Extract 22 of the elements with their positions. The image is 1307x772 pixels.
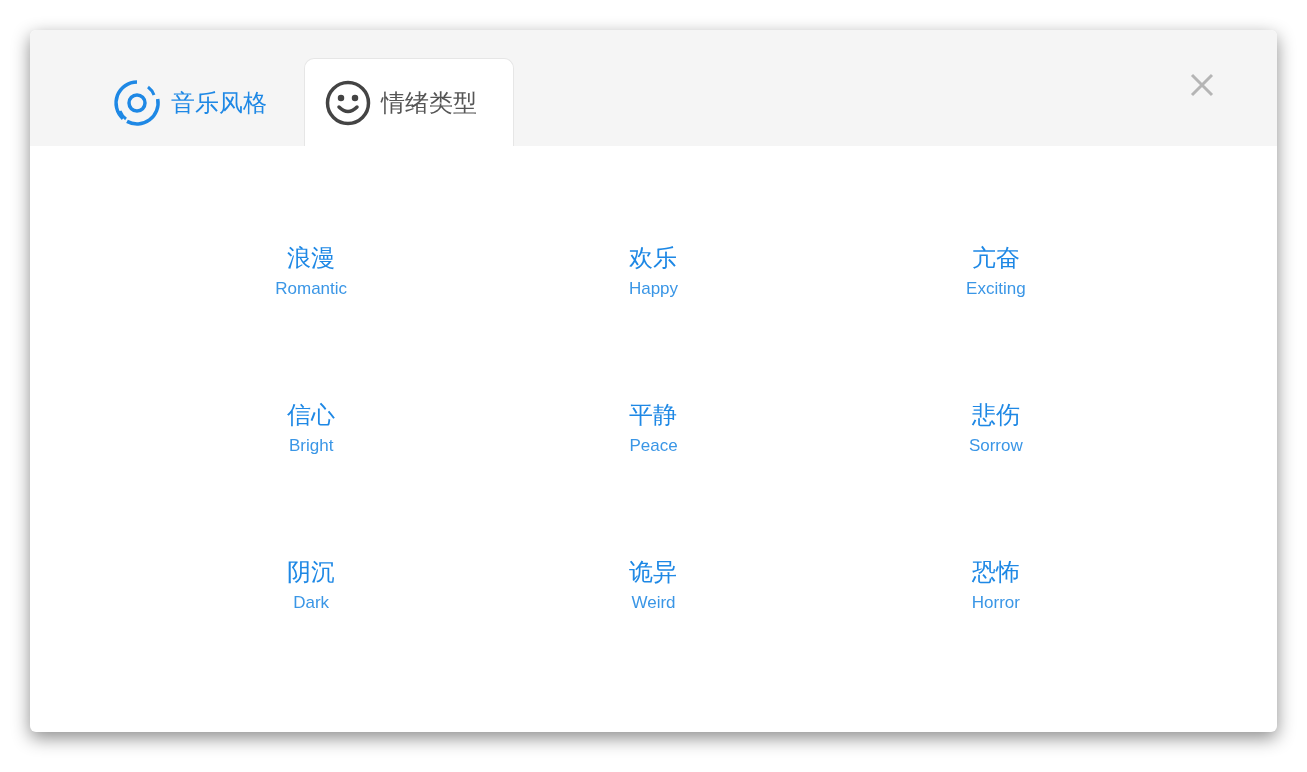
smiley-icon (325, 79, 371, 126)
mood-english-name[interactable]: Weird (631, 593, 676, 613)
mood-name[interactable]: 亢奋 (971, 243, 1020, 273)
tab[interactable]: 情绪类型 (304, 58, 514, 146)
mood-name[interactable]: 诡异 (629, 557, 678, 587)
mood-english-name[interactable]: Romantic (275, 279, 348, 299)
mood-english-name[interactable]: Horror (971, 593, 1020, 613)
mood-english-name[interactable]: Sorrow (968, 436, 1023, 456)
mood-name[interactable]: 平静 (629, 400, 678, 430)
mood-name[interactable]: 悲伤 (971, 400, 1020, 430)
mood-name[interactable]: 恐怖 (971, 557, 1020, 587)
mood-name[interactable]: 欢乐 (629, 243, 678, 273)
mood-english-name[interactable]: Exciting (966, 279, 1026, 299)
mood-name[interactable]: 信心 (287, 400, 336, 430)
mood-english-name[interactable]: Dark (293, 593, 330, 613)
mood-name[interactable]: 浪漫 (287, 243, 336, 273)
tab[interactable]: 音乐风格 (92, 58, 304, 146)
disc-icon (113, 78, 161, 127)
mood-english-name[interactable]: Bright (288, 436, 334, 456)
mood-english-name[interactable]: Happy (628, 279, 679, 299)
mood-english-name[interactable]: Peace (629, 436, 678, 456)
mood-name[interactable]: 阴沉 (287, 557, 336, 587)
